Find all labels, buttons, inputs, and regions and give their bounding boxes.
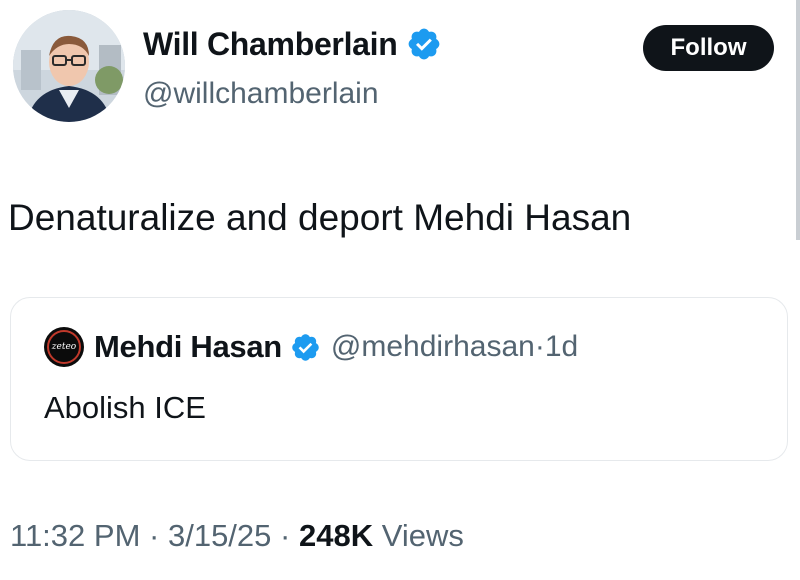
tweet-meta: 11:32 PM · 3/15/25 · 248K Views <box>10 516 464 556</box>
scrollbar[interactable] <box>796 0 800 240</box>
quoted-tweet-card[interactable]: zeteo Mehdi Hasan @mehdirhasan · 1d Abol… <box>10 297 788 461</box>
quoted-meta-separator: · <box>534 330 545 363</box>
tweet-text: Denaturalize and deport Mehdi Hasan <box>8 197 632 238</box>
verified-badge-icon[interactable] <box>406 26 442 62</box>
author-avatar[interactable] <box>13 10 125 122</box>
views-label: Views <box>381 518 464 553</box>
follow-button[interactable]: Follow <box>643 25 774 71</box>
quoted-tweet-text: Abolish ICE <box>44 390 206 425</box>
author-name-text: Will Chamberlain <box>143 26 398 62</box>
views-count: 248K <box>298 518 374 553</box>
quoted-avatar-logo: zeteo <box>47 330 81 364</box>
tweet-date[interactable]: 3/15/25 <box>168 518 271 553</box>
meta-separator-2: · <box>280 518 291 553</box>
quoted-author-name[interactable]: Mehdi Hasan <box>94 329 282 365</box>
tweet-time[interactable]: 11:32 PM <box>10 518 140 553</box>
meta-separator-1: · <box>149 518 160 553</box>
quoted-verified-badge-icon <box>292 333 319 361</box>
quoted-author-handle[interactable]: @mehdirhasan <box>331 330 535 364</box>
author-avatar-image <box>13 10 125 122</box>
quoted-author-avatar[interactable]: zeteo <box>44 327 84 367</box>
quoted-tweet-header: zeteo Mehdi Hasan @mehdirhasan · 1d <box>44 327 578 367</box>
author-display-name[interactable]: Will Chamberlain <box>143 24 442 64</box>
quoted-tweet-age[interactable]: 1d <box>545 330 578 364</box>
author-handle[interactable]: @willchamberlain <box>143 74 379 114</box>
